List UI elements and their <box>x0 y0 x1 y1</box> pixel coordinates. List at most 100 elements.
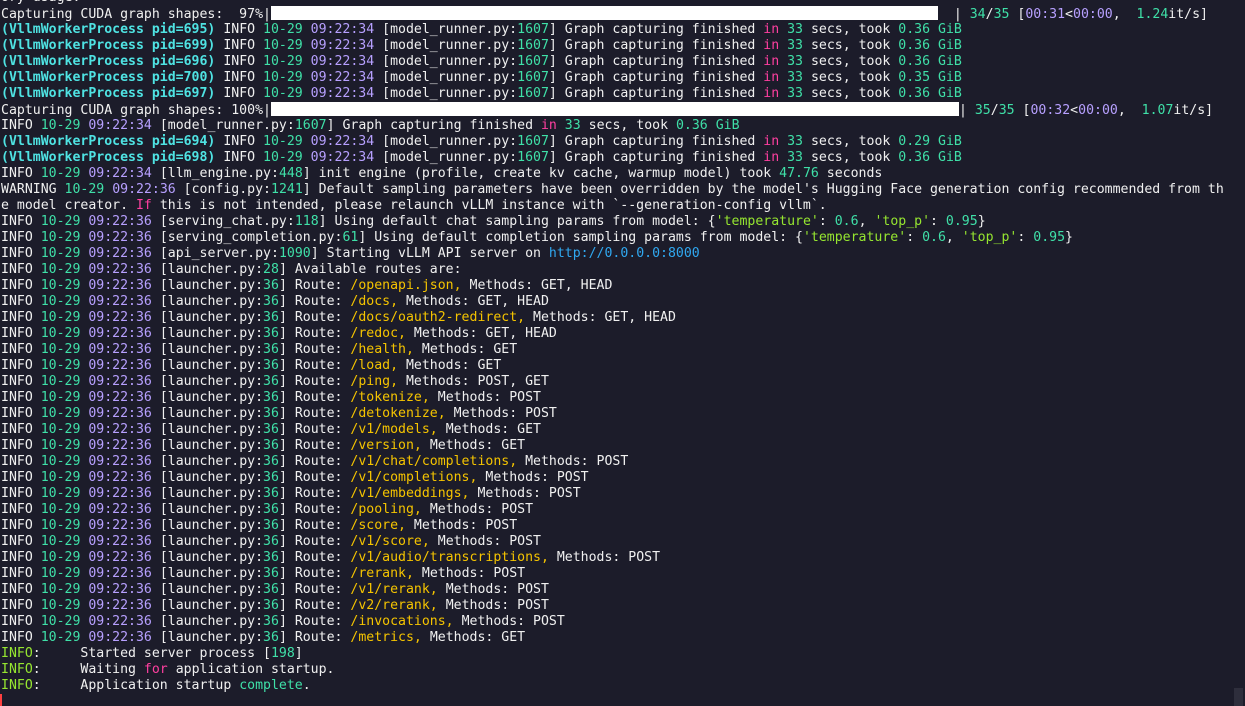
log-text: 10-29 <box>40 486 81 501</box>
log-text: ] Starting vLLM API server on <box>310 246 549 261</box>
log-text: Methods: GET <box>398 358 502 373</box>
log-text: ] Route: <box>278 598 351 613</box>
log-text: 36 <box>263 630 279 645</box>
log-text: [model_runner.py: <box>374 54 518 69</box>
log-text: | <box>937 7 970 22</box>
route-path: /openapi.json, <box>350 278 462 293</box>
log-text: : Waiting <box>32 662 144 677</box>
log-text: 09:22:36 <box>88 310 152 325</box>
log-text: 09:22:34 <box>310 134 375 149</box>
terminal-scrollbar[interactable] <box>1234 688 1243 706</box>
log-text: If <box>135 198 152 213</box>
log-text: 09:22:36 <box>88 406 152 421</box>
route-path: /pooling, <box>350 502 422 517</box>
terminal-line: INFO 10-29 09:22:36 [launcher.py:36] Rou… <box>0 582 1234 598</box>
log-text: Capturing CUDA graph shapes: 100%| <box>1 103 271 118</box>
log-text: 10-29 <box>40 342 81 357</box>
log-text: 118 <box>294 214 319 229</box>
log-text: [launcher.py: <box>151 486 264 501</box>
log-text: secs, took <box>803 70 899 85</box>
log-text: ] Route: <box>278 630 351 645</box>
log-text: [serving_chat.py: <box>151 214 295 229</box>
log-text: 10-29 <box>263 134 303 149</box>
log-text: this is not intended, please relaunch vL… <box>151 198 827 213</box>
log-text: 09:22:34 <box>310 22 375 37</box>
log-text: INFO <box>1 470 41 485</box>
log-text: application startup. <box>167 662 335 677</box>
terminal-line: INFO 10-29 09:22:36 [launcher.py:36] Rou… <box>0 614 1234 630</box>
log-text: 0.6 <box>834 214 859 229</box>
log-text: INFO <box>215 150 264 165</box>
log-text: [model_runner.py: <box>374 150 518 165</box>
log-text: 36 <box>263 550 279 565</box>
terminal-line: INFO 10-29 09:22:36 [launcher.py:36] Rou… <box>0 550 1234 566</box>
log-text: 10-29 <box>40 454 81 469</box>
terminal-output[interactable]: ory usage.Capturing CUDA graph shapes: 9… <box>0 0 1234 706</box>
log-text: Methods: GET, HEAD <box>461 278 613 293</box>
log-text: 1607 <box>517 22 549 37</box>
log-text: Methods: POST <box>429 534 541 549</box>
log-text: [model_runner.py: <box>374 38 518 53</box>
route-path: /rerank, <box>350 566 414 581</box>
log-text: INFO <box>1 438 41 453</box>
log-text: (VllmWorkerProcess pid=697) <box>1 86 216 101</box>
log-text: 1607 <box>294 118 327 133</box>
log-text: INFO <box>1 614 41 629</box>
log-text: secs, took <box>803 134 899 149</box>
log-text: [launcher.py: <box>151 614 264 629</box>
route-path: /detokenize, <box>350 406 446 421</box>
log-text: 36 <box>263 438 279 453</box>
log-text: ] Route: <box>278 454 351 469</box>
log-text: http://0.0.0.0:8000 <box>548 246 700 261</box>
log-text: 10-29 <box>40 326 81 341</box>
log-text: 09:22:36 <box>88 230 152 245</box>
log-text: 33 <box>787 22 803 37</box>
route-path: /health, <box>350 342 414 357</box>
log-text: ] Route: <box>278 390 351 405</box>
terminal-line: e model creator. If this is not intended… <box>0 198 1234 214</box>
log-text: INFO <box>1 678 33 693</box>
log-text: INFO <box>1 646 33 661</box>
log-text: 10-29 <box>40 614 81 629</box>
log-text: INFO <box>1 278 41 293</box>
terminal-line: INFO 10-29 09:22:36 [launcher.py:36] Rou… <box>0 486 1234 502</box>
log-text: 36 <box>263 326 279 341</box>
terminal-line: (VllmWorkerProcess pid=694) INFO 10-29 0… <box>0 134 1234 150</box>
log-text: [model_runner.py: <box>374 134 518 149</box>
log-text: 09:22:36 <box>88 550 152 565</box>
log-text: , <box>858 214 875 229</box>
terminal-cursor <box>0 694 2 706</box>
log-text: Methods: POST <box>445 406 557 421</box>
route-path: /v1/audio/transcriptions, <box>350 550 549 565</box>
log-text: ] Route: <box>278 358 351 373</box>
log-text: ] Graph capturing finished <box>548 150 764 165</box>
log-text: INFO <box>1 326 41 341</box>
log-text: ] Route: <box>278 502 351 517</box>
log-text: 10-29 <box>40 470 81 485</box>
route-path: /v2/rerank, <box>350 598 438 613</box>
log-text: Methods: GET, HEAD <box>405 326 557 341</box>
log-text: [model_runner.py: <box>374 22 518 37</box>
log-text: in <box>763 54 780 69</box>
terminal-line: INFO 10-29 09:22:36 [launcher.py:36] Rou… <box>0 566 1234 582</box>
log-text: 00:31 <box>1025 7 1066 22</box>
terminal-line: INFO 10-29 09:22:36 [launcher.py:36] Rou… <box>0 518 1234 534</box>
log-text: INFO <box>1 358 41 373</box>
terminal-line: INFO 10-29 09:22:36 [launcher.py:36] Rou… <box>0 374 1234 390</box>
log-text: INFO <box>215 86 264 101</box>
log-text: 36 <box>263 374 279 389</box>
log-text: INFO <box>1 502 41 517</box>
log-text: 10-29 <box>263 38 303 53</box>
log-text: 1607 <box>517 134 549 149</box>
log-text: 09:22:36 <box>88 342 152 357</box>
log-text: 09:22:36 <box>88 486 152 501</box>
terminal-line: INFO 10-29 09:22:36 [launcher.py:36] Rou… <box>0 534 1234 550</box>
terminal-line: INFO 10-29 09:22:36 [launcher.py:36] Rou… <box>0 406 1234 422</box>
log-text: Methods: POST <box>437 598 549 613</box>
route-path: /docs/oauth2-redirect, <box>350 310 526 325</box>
log-text: [launcher.py: <box>151 358 264 373</box>
log-text: [config.py: <box>175 182 271 197</box>
